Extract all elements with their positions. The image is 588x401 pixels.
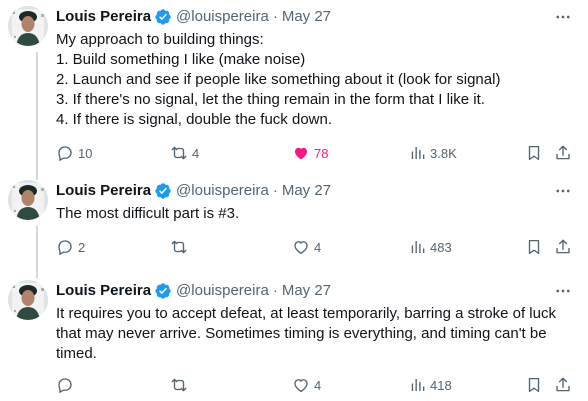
bookmark-button[interactable] <box>525 374 543 396</box>
repost-button[interactable] <box>170 374 192 396</box>
reply-count: 10 <box>78 145 93 161</box>
bookmark-icon <box>528 239 540 255</box>
views-icon <box>411 241 425 253</box>
repost-button[interactable] <box>170 236 192 258</box>
reply-button[interactable]: 2 <box>56 236 85 258</box>
views-count: 483 <box>430 239 452 255</box>
verified-badge-icon <box>155 183 171 199</box>
author-handle[interactable]: @louispereira <box>176 281 269 301</box>
share-button[interactable] <box>554 236 572 258</box>
author-name[interactable]: Louis Pereira <box>56 181 151 201</box>
separator-dot: · <box>272 282 278 299</box>
heart-icon <box>294 241 308 255</box>
share-button[interactable] <box>554 374 572 396</box>
reply-icon <box>58 240 72 256</box>
reply-count: 2 <box>78 239 86 255</box>
thread-connector <box>36 226 38 278</box>
tweet-text: My approach to building things: 1. Build… <box>56 31 501 128</box>
views-count: 3.8K <box>430 145 457 161</box>
tweet-date[interactable]: May 27 <box>282 281 331 301</box>
tweet-2[interactable]: Louis Pereira @louispereira · May 27 The… <box>0 180 588 278</box>
author-handle[interactable]: @louispereira <box>176 7 269 27</box>
tweet-content: Louis Pereira @louispereira · May 27 It … <box>56 280 580 364</box>
more-options-icon[interactable] <box>552 282 574 300</box>
like-button[interactable]: 78 <box>292 142 328 164</box>
tweet-thread: Louis Pereira @louispereira · May 27 My … <box>0 0 588 401</box>
like-button[interactable]: 4 <box>292 374 321 396</box>
bookmark-icon <box>528 145 540 161</box>
views-icon <box>411 379 425 391</box>
author-name[interactable]: Louis Pereira <box>56 281 151 301</box>
tweet-3[interactable]: Louis Pereira @louispereira · May 27 It … <box>0 280 588 398</box>
bookmark-button[interactable] <box>525 142 543 164</box>
share-icon <box>556 377 570 392</box>
bookmark-button[interactable] <box>525 236 543 258</box>
more-options-icon[interactable] <box>552 8 574 26</box>
avatar[interactable] <box>8 6 48 46</box>
share-icon <box>556 145 570 160</box>
views-icon <box>411 147 425 159</box>
reply-button[interactable] <box>56 374 78 396</box>
bookmark-icon <box>528 377 540 393</box>
author-handle[interactable]: @louispereira <box>176 181 269 201</box>
tweet-header: Louis Pereira @louispereira · May 27 <box>56 280 580 302</box>
separator-dot: · <box>272 182 278 199</box>
share-button[interactable] <box>554 142 572 164</box>
views-button[interactable]: 418 <box>408 374 452 396</box>
tweet-header: Louis Pereira @louispereira · May 27 <box>56 6 580 28</box>
share-icon <box>556 239 570 254</box>
action-bar: 4 418 <box>56 374 580 396</box>
views-button[interactable]: 483 <box>408 236 452 258</box>
heart-icon <box>294 379 308 393</box>
author-name[interactable]: Louis Pereira <box>56 7 151 27</box>
tweet-content: Louis Pereira @louispereira · May 27 My … <box>56 6 580 130</box>
separator-dot: · <box>272 8 278 25</box>
avatar[interactable] <box>8 280 48 320</box>
repost-icon <box>171 378 187 392</box>
views-button[interactable]: 3.8K <box>408 142 457 164</box>
like-count: 78 <box>314 145 329 161</box>
verified-badge-icon <box>155 283 171 299</box>
reply-icon <box>58 378 72 394</box>
tweet-text: The most difficult part is #3. <box>56 205 240 222</box>
tweet-text: It requires you to accept defeat, at lea… <box>56 305 561 362</box>
tweet-header: Louis Pereira @louispereira · May 27 <box>56 180 580 202</box>
tweet-1[interactable]: Louis Pereira @louispereira · May 27 My … <box>0 6 588 180</box>
like-button[interactable]: 4 <box>292 236 321 258</box>
more-options-icon[interactable] <box>552 182 574 200</box>
repost-icon <box>171 240 187 254</box>
heart-icon <box>295 147 307 160</box>
repost-button[interactable]: 4 <box>170 142 199 164</box>
reply-icon <box>58 146 72 162</box>
thread-connector <box>36 52 38 180</box>
like-count: 4 <box>314 377 322 393</box>
tweet-date[interactable]: May 27 <box>282 181 331 201</box>
verified-badge-icon <box>155 9 171 25</box>
tweet-date[interactable]: May 27 <box>282 7 331 27</box>
tweet-content: Louis Pereira @louispereira · May 27 The… <box>56 180 580 224</box>
avatar[interactable] <box>8 180 48 220</box>
action-bar: 10 4 78 3.8K <box>56 142 580 164</box>
views-count: 418 <box>430 377 452 393</box>
repost-count: 4 <box>192 145 200 161</box>
repost-icon <box>171 146 187 160</box>
action-bar: 2 4 483 <box>56 236 580 258</box>
reply-button[interactable]: 10 <box>56 142 92 164</box>
like-count: 4 <box>314 239 322 255</box>
